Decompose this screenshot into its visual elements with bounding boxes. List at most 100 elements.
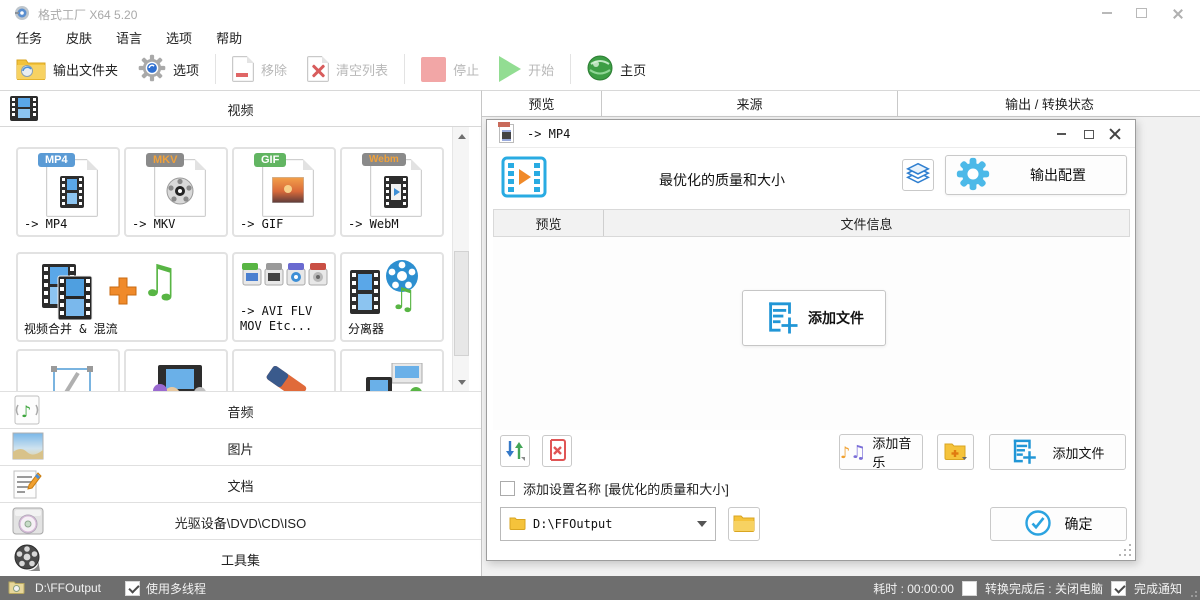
close-button[interactable] xyxy=(1162,4,1192,22)
setting-name-checkbox[interactable] xyxy=(500,481,515,496)
stop-icon xyxy=(421,57,446,82)
category-dvd-cd-iso[interactable]: 光驱设备\DVD\CD\ISO xyxy=(0,502,481,539)
titlebar: 格式工厂 X64 5.20 xyxy=(0,0,1200,26)
toolbar-separator xyxy=(570,54,571,84)
add-folder-icon xyxy=(944,441,968,464)
preset-layers-button[interactable] xyxy=(902,159,934,191)
folder-icon xyxy=(509,516,526,533)
options-button[interactable]: 选项 xyxy=(128,51,209,87)
tiles-scrollbar[interactable] xyxy=(452,127,469,391)
statusbar-right: 耗时 : 00:00:00 转换完成后 : 关闭电脑 完成通知 xyxy=(873,580,1200,597)
sort-button[interactable] xyxy=(500,435,530,467)
menubar: 任务 皮肤 语言 选项 帮助 xyxy=(0,26,1200,48)
dialog-header: 最优化的质量和大小 输出配置 xyxy=(487,148,1135,209)
menu-language[interactable]: 语言 xyxy=(116,28,142,47)
output-folder-button[interactable]: 输出文件夹 xyxy=(6,51,128,87)
tile-to-mp4[interactable]: MP4 -> MP4 xyxy=(16,147,120,237)
dialog-tabbar: 预览 文件信息 xyxy=(493,209,1130,237)
stop-button[interactable]: 停止 xyxy=(411,51,489,87)
add-file-button-main[interactable]: 添加文件 xyxy=(742,290,886,346)
notify-checkbox[interactable] xyxy=(1111,581,1126,596)
column-source[interactable]: 来源 xyxy=(602,91,898,116)
webm-file-icon: Webm xyxy=(370,159,422,217)
add-file-button[interactable]: 添加文件 xyxy=(989,434,1126,470)
folder-icon xyxy=(733,514,755,535)
minimize-button[interactable] xyxy=(1092,4,1122,22)
scroll-up-button[interactable] xyxy=(453,127,470,145)
clear-list-button[interactable]: 清空列表 xyxy=(297,51,398,87)
mp4-dialog: -> MP4 最优化的质量和大小 xyxy=(486,119,1136,561)
scrollbar-thumb[interactable] xyxy=(454,251,469,356)
start-button[interactable]: 开始 xyxy=(489,51,564,87)
remove-button[interactable]: 移除 xyxy=(222,51,297,87)
dialog-minimize-button[interactable] xyxy=(1049,126,1073,142)
dialog-maximize-button[interactable] xyxy=(1077,126,1101,142)
tile-demuxer[interactable]: ♫ 分离器 xyxy=(340,252,444,342)
video-section-label: 视频 xyxy=(0,100,481,119)
layers-icon xyxy=(906,162,930,189)
menu-help[interactable]: 帮助 xyxy=(216,28,242,47)
category-document[interactable]: 文档 xyxy=(0,465,481,502)
column-preview[interactable]: 预览 xyxy=(482,91,602,116)
multithread-option[interactable]: 使用多线程 xyxy=(125,580,206,597)
format-sidebar: 视频 MP4 -> MP4 MKV -> MKV xyxy=(0,90,481,576)
tile-partial-eraser[interactable] xyxy=(232,349,336,391)
scroll-down-button[interactable] xyxy=(453,373,470,391)
multithread-checkbox[interactable] xyxy=(125,581,140,596)
column-output-status[interactable]: 输出 / 转换状态 xyxy=(898,91,1200,116)
tile-to-mkv[interactable]: MKV -> MKV xyxy=(124,147,228,237)
output-path-select[interactable]: D:\FFOutput xyxy=(500,507,716,541)
tile-to-avi-flv-mov[interactable]: -> AVI FLV MOV Etc... xyxy=(232,252,336,342)
task-panel: 预览 来源 输出 / 转换状态 -> MP4 最优化的质量和大小 xyxy=(481,90,1200,576)
add-file-icon xyxy=(764,300,798,337)
tab-file-info[interactable]: 文件信息 xyxy=(604,210,1129,236)
browse-folder-button[interactable] xyxy=(728,507,760,541)
remove-item-icon xyxy=(546,438,568,465)
ok-button[interactable]: 确定 xyxy=(990,507,1127,541)
dialog-resize-grip[interactable] xyxy=(1119,544,1131,556)
window-title: 格式工厂 X64 5.20 xyxy=(38,6,137,23)
output-config-button[interactable]: 输出配置 xyxy=(945,155,1127,195)
toolbar-separator xyxy=(215,54,216,84)
video-section-header[interactable]: 视频 xyxy=(0,91,481,127)
mkv-file-icon: MKV xyxy=(154,159,206,217)
add-music-button[interactable]: ♪♫ 添加音乐 xyxy=(839,434,923,470)
window-resize-grip[interactable] xyxy=(1187,587,1197,597)
arrow-up-icon xyxy=(458,134,466,139)
close-icon xyxy=(1109,128,1121,140)
category-audio[interactable]: ♪ 音频 xyxy=(0,391,481,428)
output-path-value: D:\FFOutput xyxy=(533,517,690,531)
arrow-down-icon xyxy=(458,380,466,385)
elapsed-time: 耗时 : 00:00:00 xyxy=(873,580,954,597)
tile-video-merge-mux[interactable]: ♫ 视频合并 & 混流 xyxy=(16,252,228,342)
tile-partial-video-tool[interactable] xyxy=(124,349,228,391)
dialog-title: -> MP4 xyxy=(527,127,570,141)
category-list: ♪ 音频 图片 文档 光驱设备\DVD\CD\ISO xyxy=(0,391,481,577)
home-button[interactable]: 主页 xyxy=(577,51,656,87)
category-toolset[interactable]: 工具集 xyxy=(0,539,481,576)
remove-item-button[interactable] xyxy=(542,435,572,467)
output-folder-icon xyxy=(8,580,25,597)
add-folder-button[interactable] xyxy=(937,434,974,470)
statusbar-output-path[interactable]: D:\FFOutput xyxy=(35,581,101,595)
mp4-mini-icon xyxy=(499,124,514,143)
tile-to-webm[interactable]: Webm -> WebM xyxy=(340,147,444,237)
tile-partial-crop[interactable] xyxy=(16,349,120,391)
category-picture[interactable]: 图片 xyxy=(0,428,481,465)
shutdown-after-checkbox[interactable] xyxy=(962,581,977,596)
maximize-button[interactable] xyxy=(1126,4,1156,22)
menu-skin[interactable]: 皮肤 xyxy=(66,28,92,47)
app-logo-icon xyxy=(14,5,30,21)
tile-partial-screens[interactable] xyxy=(340,349,444,391)
menu-options[interactable]: 选项 xyxy=(166,28,192,47)
toolbar: 输出文件夹 选项 移除 清空列表 停止 开始 xyxy=(0,48,1200,90)
music-note-glyph: ♫ xyxy=(390,282,417,317)
dialog-close-button[interactable] xyxy=(1103,126,1127,142)
close-icon xyxy=(1172,8,1183,19)
tab-preview[interactable]: 预览 xyxy=(494,210,604,236)
notify-label: 完成通知 xyxy=(1134,580,1182,597)
setting-name-option[interactable]: 添加设置名称 [最优化的质量和大小] xyxy=(500,479,729,498)
menu-task[interactable]: 任务 xyxy=(16,28,42,47)
tile-to-gif[interactable]: GIF -> GIF xyxy=(232,147,336,237)
gif-file-icon: GIF xyxy=(262,159,314,217)
